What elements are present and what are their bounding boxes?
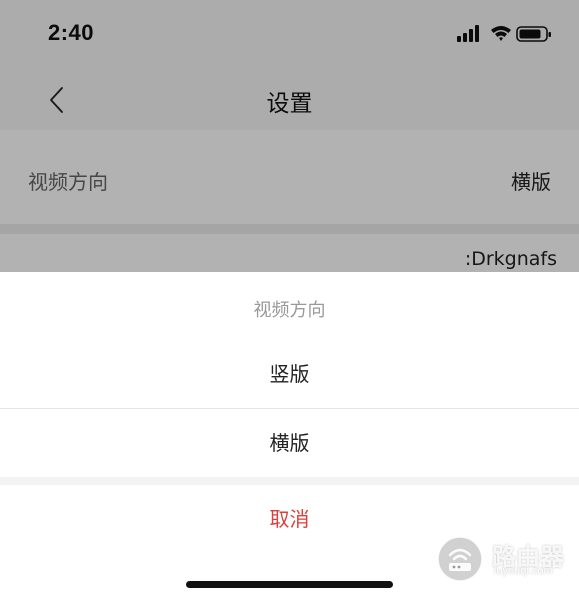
watermark-text-en: luyouqi.com — [494, 565, 553, 577]
option-landscape[interactable]: 横版 — [0, 409, 579, 477]
sheet-gap — [0, 477, 579, 485]
home-indicator[interactable] — [186, 581, 393, 588]
action-sheet-title: 视频方向 — [253, 300, 326, 321]
option-portrait[interactable]: 竖版 — [0, 340, 579, 408]
router-logo-icon — [437, 536, 483, 582]
watermark: 路由器 luyouqi.com — [436, 535, 576, 587]
